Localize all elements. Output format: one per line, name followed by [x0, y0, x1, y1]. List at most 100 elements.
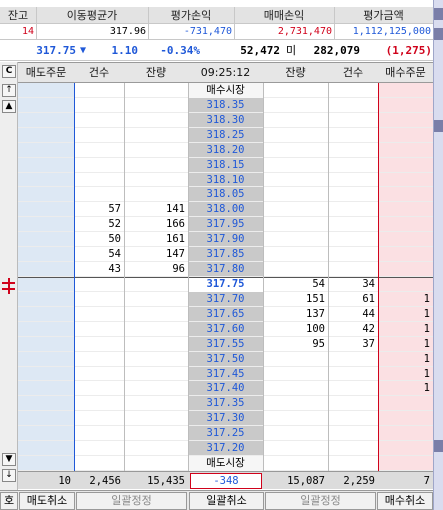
buy-order-cell[interactable]: [378, 262, 433, 277]
buy-count-cell[interactable]: [328, 217, 378, 232]
buy-order-cell[interactable]: 1: [378, 352, 433, 367]
buy-qty-cell[interactable]: [263, 128, 328, 143]
buy-count-cell[interactable]: [328, 83, 378, 98]
buy-count-cell[interactable]: [328, 411, 378, 426]
buy-count-cell[interactable]: 37: [328, 337, 378, 352]
buy-count-cell[interactable]: [328, 202, 378, 217]
buy-order-cell[interactable]: [378, 247, 433, 262]
order-row[interactable]: 317.25: [18, 426, 433, 442]
price-cell[interactable]: 317.65: [188, 307, 263, 322]
buy-qty-cell[interactable]: [263, 187, 328, 202]
price-cell[interactable]: 317.85: [188, 247, 263, 262]
price-cell[interactable]: 317.90: [188, 232, 263, 247]
buy-count-cell[interactable]: 61: [328, 292, 378, 307]
sell-count-cell[interactable]: [74, 143, 124, 158]
buy-count-cell[interactable]: [328, 456, 378, 471]
sell-qty-cell[interactable]: [124, 173, 188, 188]
buy-order-cell[interactable]: [378, 217, 433, 232]
sell-qty-cell[interactable]: [124, 456, 188, 471]
buy-qty-cell[interactable]: 100: [263, 322, 328, 337]
buy-count-cell[interactable]: [328, 247, 378, 262]
sell-count-cell[interactable]: 52: [74, 217, 124, 232]
buy-count-cell[interactable]: 34: [328, 277, 378, 292]
sell-count-cell[interactable]: [74, 98, 124, 113]
price-cell[interactable]: 317.95: [188, 217, 263, 232]
sell-qty-cell[interactable]: [124, 322, 188, 337]
buy-order-cell[interactable]: [378, 396, 433, 411]
buy-order-cell[interactable]: [378, 143, 433, 158]
order-row[interactable]: 매도시장: [18, 456, 433, 471]
sell-count-cell[interactable]: [74, 113, 124, 128]
buy-order-cell[interactable]: 1: [378, 292, 433, 307]
sell-qty-cell[interactable]: 147: [124, 247, 188, 262]
buy-qty-cell[interactable]: [263, 396, 328, 411]
buy-order-cell[interactable]: [378, 173, 433, 188]
sell-qty-cell[interactable]: 161: [124, 232, 188, 247]
sell-count-cell[interactable]: [74, 322, 124, 337]
sell-count-cell[interactable]: [74, 456, 124, 471]
order-row[interactable]: 317.65 137 44 1: [18, 307, 433, 322]
sell-count-cell[interactable]: [74, 396, 124, 411]
order-row[interactable]: 317.50 1: [18, 352, 433, 367]
buy-order-cell[interactable]: [378, 202, 433, 217]
buy-order-cell[interactable]: 1: [378, 307, 433, 322]
buy-order-cell[interactable]: [378, 441, 433, 456]
order-row[interactable]: 317.70 151 61 1: [18, 292, 433, 307]
buy-order-cell[interactable]: [378, 426, 433, 441]
buy-qty-cell[interactable]: [263, 381, 328, 396]
buy-count-cell[interactable]: [328, 396, 378, 411]
price-cell[interactable]: 318.00: [188, 202, 263, 217]
side-tab-4[interactable]: [434, 440, 443, 452]
buy-order-cell[interactable]: [378, 411, 433, 426]
side-tab-2[interactable]: [434, 28, 443, 40]
sell-qty-cell[interactable]: [124, 113, 188, 128]
buy-qty-cell[interactable]: [263, 217, 328, 232]
sell-qty-cell[interactable]: [124, 381, 188, 396]
price-cell[interactable]: 317.80: [188, 262, 263, 277]
c-button[interactable]: C: [2, 65, 16, 78]
buy-qty-cell[interactable]: [263, 83, 328, 98]
price-cell[interactable]: 317.25: [188, 426, 263, 441]
buy-order-cell[interactable]: 1: [378, 322, 433, 337]
order-row[interactable]: 318.30: [18, 113, 433, 128]
price-cell[interactable]: 318.10: [188, 173, 263, 188]
buy-qty-cell[interactable]: [263, 441, 328, 456]
sell-qty-cell[interactable]: [124, 277, 188, 292]
buy-count-cell[interactable]: 42: [328, 322, 378, 337]
sell-count-cell[interactable]: 50: [74, 232, 124, 247]
buy-count-cell[interactable]: [328, 158, 378, 173]
price-cell[interactable]: 317.60: [188, 322, 263, 337]
price-cell[interactable]: 317.35: [188, 396, 263, 411]
buy-order-cell[interactable]: [378, 187, 433, 202]
buy-count-cell[interactable]: [328, 98, 378, 113]
buy-count-cell[interactable]: [328, 352, 378, 367]
order-row[interactable]: 43 96 317.80: [18, 262, 433, 277]
sell-count-cell[interactable]: [74, 187, 124, 202]
buy-order-cell[interactable]: [378, 277, 433, 292]
side-tab-3[interactable]: [434, 120, 443, 132]
sell-count-cell[interactable]: [74, 158, 124, 173]
price-cell[interactable]: 318.30: [188, 113, 263, 128]
sell-count-cell[interactable]: [74, 173, 124, 188]
buy-count-cell[interactable]: [328, 187, 378, 202]
buy-order-cell[interactable]: [378, 83, 433, 98]
price-cell[interactable]: 317.70: [188, 292, 263, 307]
sell-qty-cell[interactable]: [124, 83, 188, 98]
order-row[interactable]: 52 166 317.95: [18, 217, 433, 233]
sell-count-cell[interactable]: [74, 128, 124, 143]
sell-qty-cell[interactable]: [124, 143, 188, 158]
sell-count-cell[interactable]: [74, 381, 124, 396]
buy-qty-cell[interactable]: 137: [263, 307, 328, 322]
order-row[interactable]: 57 141 318.00: [18, 202, 433, 218]
buy-qty-cell[interactable]: [263, 411, 328, 426]
price-cell[interactable]: 317.20: [188, 441, 263, 456]
sell-qty-cell[interactable]: [124, 307, 188, 322]
price-cell[interactable]: 317.50: [188, 352, 263, 367]
sell-count-cell[interactable]: [74, 411, 124, 426]
buy-qty-cell[interactable]: [263, 113, 328, 128]
right-side-strip[interactable]: [433, 0, 443, 510]
buy-count-cell[interactable]: 44: [328, 307, 378, 322]
bulk-cancel-button[interactable]: 일괄취소: [189, 492, 264, 510]
sell-qty-cell[interactable]: [124, 337, 188, 352]
buy-count-cell[interactable]: [328, 143, 378, 158]
